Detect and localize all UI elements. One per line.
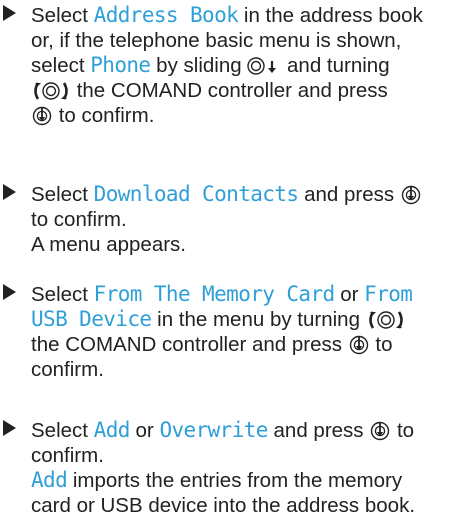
instruction-text: Select [31, 419, 94, 442]
step-line: to confirm. [31, 207, 470, 232]
instruction-text: or [334, 283, 365, 306]
press-controller-icon [31, 106, 53, 126]
instruction-text: the COMAND controller and press [31, 333, 348, 356]
step-line: card or USB device into the address book… [31, 493, 470, 518]
step-body: Select From The Memory Card or From USB D… [31, 282, 470, 382]
step-line: A menu appears. [31, 232, 470, 257]
instruction-text: to [369, 333, 393, 356]
step-line: or, if the telephone basic menu is shown… [31, 28, 470, 53]
instruction-text: Select [31, 283, 94, 306]
instruction-text: and press [267, 419, 370, 442]
step-bullet-icon [3, 184, 16, 200]
instruction-text: in the menu by turning [151, 308, 366, 331]
step-body: Select Add or Overwrite and press to conf… [31, 418, 470, 518]
instruction-text: to [391, 419, 415, 442]
step-bullet-icon [3, 284, 16, 300]
menu-item-term: From The Memory Card [93, 282, 335, 306]
instruction-text: and turning [281, 54, 390, 77]
instruction-text: A menu appears. [31, 233, 186, 256]
instruction-text: imports the entries from the memory [67, 469, 403, 492]
instruction-page: Select Address Book in the address book o… [0, 0, 470, 526]
press-controller-icon [400, 185, 422, 205]
instruction-text: select [31, 54, 91, 77]
menu-item-term: Address Book [93, 3, 239, 27]
instruction-text: or [129, 419, 160, 442]
turn-controller-icon [366, 310, 406, 330]
instruction-text: and press [298, 183, 400, 206]
instruction-text: the COMAND controller and press [71, 79, 388, 102]
menu-item-term: Download Contacts [93, 182, 299, 206]
step-line: confirm. [31, 443, 470, 468]
step-line: select Phone by sliding and turning [31, 53, 470, 78]
menu-item-term: Phone [90, 53, 151, 77]
step-2: Select Download Contacts and press to co… [0, 182, 470, 257]
menu-item-term: From [364, 282, 413, 306]
step-body: Select Download Contacts and press to co… [31, 182, 470, 257]
step-body: Select Address Book in the address book o… [31, 3, 470, 128]
instruction-text: Select [31, 4, 94, 27]
step-line: to confirm. [31, 103, 470, 128]
menu-item-term: Add [93, 418, 131, 442]
menu-item-term: USB Device [31, 307, 152, 331]
instruction-text: card or USB device into the address book… [31, 494, 416, 517]
press-controller-icon [369, 421, 391, 441]
step-bullet-icon [3, 420, 16, 436]
step-line: the COMAND controller and press [31, 78, 470, 103]
instruction-text: confirm. [31, 358, 104, 381]
menu-item-term: Overwrite [159, 418, 268, 442]
instruction-text: to confirm. [53, 104, 155, 127]
instruction-text: or, if the telephone basic menu is shown… [31, 29, 402, 52]
step-line: Select Add or Overwrite and press to [31, 418, 470, 443]
instruction-text: confirm. [31, 444, 104, 467]
step-line: Select From The Memory Card or From [31, 282, 470, 307]
press-controller-icon [348, 335, 370, 355]
step-line: USB Device in the menu by turning [31, 307, 470, 332]
step-line: Select Address Book in the address book [31, 3, 470, 28]
turn-controller-icon [31, 81, 71, 101]
step-3: Select From The Memory Card or From USB D… [0, 282, 470, 382]
step-line: the COMAND controller and press to [31, 332, 470, 357]
step-line: confirm. [31, 357, 470, 382]
step-4: Select Add or Overwrite and press to conf… [0, 418, 470, 518]
instruction-text: by sliding [150, 54, 248, 77]
step-line: Select Download Contacts and press [31, 182, 470, 207]
step-bullet-icon [3, 5, 16, 21]
menu-item-term: Add [31, 468, 68, 492]
slide-down-controller-icon [247, 56, 281, 76]
step-1: Select Address Book in the address book o… [0, 3, 470, 128]
step-line: Add imports the entries from the memory [31, 468, 470, 493]
instruction-text: to confirm. [31, 208, 127, 231]
instruction-text: in the address book [238, 4, 423, 27]
instruction-text: Select [31, 183, 94, 206]
